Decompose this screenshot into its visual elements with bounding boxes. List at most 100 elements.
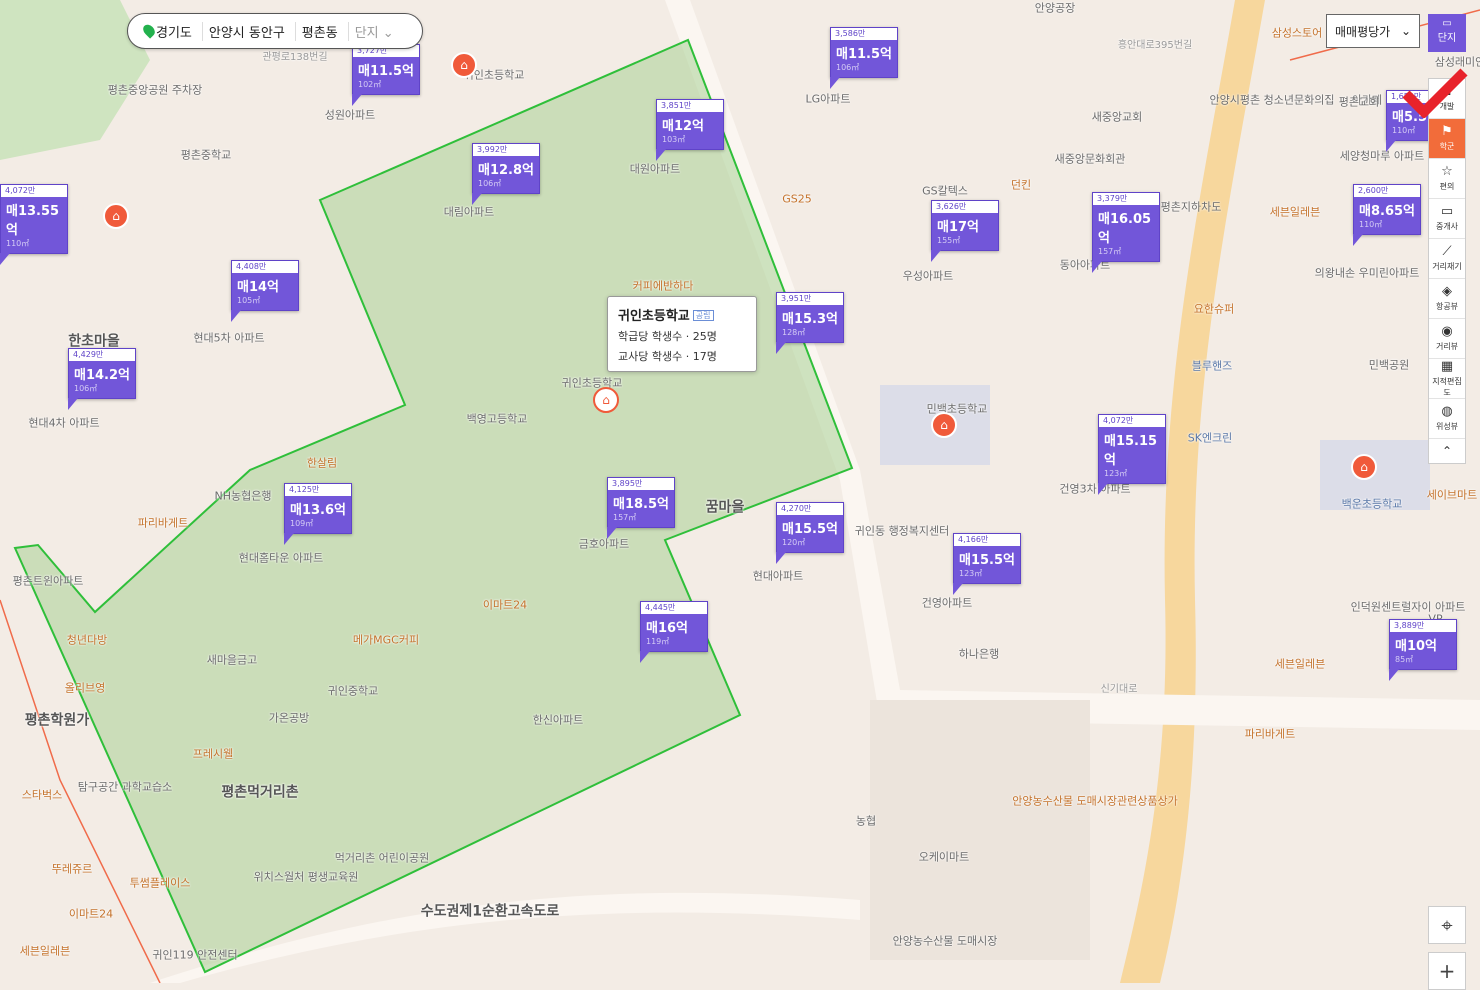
- map-place-label[interactable]: 새중앙문화회관: [1055, 152, 1126, 165]
- map-place-label[interactable]: 스타벅스: [22, 788, 62, 801]
- map-place-label[interactable]: 의왕내손 우미린아파트: [1315, 266, 1420, 279]
- map-place-label[interactable]: 메가MGC커피: [353, 633, 419, 646]
- current-location-button[interactable]: ⌖: [1428, 906, 1466, 944]
- map-place-label[interactable]: 파리바게트: [1245, 727, 1296, 740]
- map-place-label[interactable]: 금호아파트: [579, 537, 630, 550]
- map-place-label[interactable]: 평촌중학교: [181, 148, 232, 161]
- map-place-label[interactable]: 하나은행: [959, 647, 999, 660]
- price-marker[interactable]: 3,626만 매17억 155㎡: [931, 200, 999, 262]
- map-place-label[interactable]: 꿈마을: [706, 500, 745, 517]
- map-place-label[interactable]: 안양공장: [1035, 1, 1075, 14]
- price-marker[interactable]: 3,727만 매11.5억 102㎡: [352, 44, 420, 106]
- map-place-label[interactable]: 현대5차 아파트: [193, 331, 264, 344]
- map-place-label[interactable]: 건영아파트: [922, 596, 973, 609]
- map-place-label[interactable]: 평촌먹거리촌: [221, 785, 298, 802]
- map-place-label[interactable]: 평촌트윈아파트: [13, 574, 84, 587]
- school-marker[interactable]: ⌂: [931, 412, 957, 438]
- map-place-label[interactable]: 평촌중앙공원 주차장: [108, 83, 203, 96]
- map-place-label[interactable]: 던킨: [1011, 178, 1031, 191]
- price-marker[interactable]: 4,429만 매14.2억 106㎡: [68, 348, 136, 410]
- price-marker[interactable]: 4,445만 매16억 119㎡: [640, 601, 708, 663]
- tool-satellite-view[interactable]: ◍ 위성뷰: [1429, 399, 1465, 439]
- school-marker[interactable]: ⌂: [451, 52, 477, 78]
- map-place-label[interactable]: 민백공원: [1369, 358, 1409, 371]
- map-place-label[interactable]: 가온공방: [269, 711, 309, 724]
- map-place-label[interactable]: 귀인초등학교: [562, 376, 623, 389]
- map-place-label[interactable]: 현대홈타운 아파트: [239, 551, 323, 564]
- map-place-label[interactable]: 요한슈퍼: [1194, 302, 1234, 315]
- map-place-label[interactable]: 먹거리촌 어린이공원: [335, 851, 430, 864]
- map-place-label[interactable]: 평촌학원가: [25, 713, 89, 730]
- map-place-label[interactable]: 관평로138번길: [262, 52, 327, 64]
- price-marker[interactable]: 3,889만 매10억 85㎡: [1389, 619, 1457, 681]
- zoom-in-button[interactable]: +: [1428, 952, 1466, 990]
- tool-street-view[interactable]: ◉ 거리뷰: [1429, 319, 1465, 359]
- map-place-label[interactable]: 프레시웰: [193, 747, 233, 760]
- map-place-label[interactable]: SK엔크린: [1188, 431, 1233, 444]
- map-place-label[interactable]: 탐구공간 과학교습소: [78, 780, 173, 793]
- map-place-label[interactable]: 백운초등학교: [1342, 497, 1403, 510]
- map-place-label[interactable]: GS칼텍스: [922, 184, 968, 197]
- price-marker[interactable]: 4,072만 매13.55억 110㎡: [0, 184, 68, 265]
- map-place-label[interactable]: 새중앙교회: [1092, 110, 1143, 123]
- map-place-label[interactable]: 인덕원센트럴자이 아파트: [1351, 600, 1466, 613]
- map-place-label[interactable]: 블루핸즈: [1192, 359, 1232, 372]
- map-place-label[interactable]: 이마트24: [69, 907, 113, 920]
- tool-school-district[interactable]: ⚑ 학군: [1429, 119, 1465, 159]
- map-place-label[interactable]: 위치스월처 평생교육원: [254, 870, 359, 883]
- tool-measure[interactable]: ⟋ 거리재기: [1429, 239, 1465, 279]
- map-place-label[interactable]: 커피에반하다: [633, 279, 694, 292]
- breadcrumb-type[interactable]: 단지 ⌄: [347, 21, 404, 41]
- price-marker[interactable]: 3,586만 매11.5억 106㎡: [830, 27, 898, 89]
- breadcrumb-province[interactable]: 경기도: [138, 21, 202, 41]
- map-place-label[interactable]: 백영고등학교: [467, 412, 528, 425]
- map-place-label[interactable]: 우성아파트: [903, 269, 954, 282]
- map-place-label[interactable]: 세븐일레븐: [20, 944, 71, 957]
- map-place-label[interactable]: 귀인중학교: [328, 684, 379, 697]
- map-place-label[interactable]: 신기대로: [1101, 684, 1138, 696]
- price-marker[interactable]: 4,125만 매13.6억 109㎡: [284, 483, 352, 545]
- price-type-select[interactable]: 매매평당가 ⌄: [1326, 14, 1420, 48]
- price-marker[interactable]: 4,408만 매14억 105㎡: [231, 260, 299, 322]
- map-place-label[interactable]: 대림아파트: [444, 205, 495, 218]
- map-place-label[interactable]: 수도권제1순환고속도로: [421, 904, 560, 921]
- breadcrumb-city[interactable]: 안양시 동안구: [201, 21, 295, 41]
- map-place-label[interactable]: 현대4차 아파트: [28, 416, 99, 429]
- map-place-label[interactable]: 귀인동 행정복지센터: [855, 524, 950, 537]
- tool-aerial-view[interactable]: ◈ 항공뷰: [1429, 279, 1465, 319]
- map-place-label[interactable]: LG아파트: [805, 92, 850, 105]
- tool-agents[interactable]: ▭ 중개사: [1429, 199, 1465, 239]
- map-place-label[interactable]: 세븐일레븐: [1275, 657, 1326, 670]
- tool-cadastral-map[interactable]: ▦ 지적편집도: [1429, 359, 1465, 399]
- map-place-label[interactable]: 건영3차 아파트: [1059, 482, 1130, 495]
- map-place-label[interactable]: 이마트24: [483, 598, 527, 611]
- tool-convenience[interactable]: ☆ 편의: [1429, 159, 1465, 199]
- map-place-label[interactable]: 귀인119 안전센터: [152, 948, 237, 961]
- map-place-label[interactable]: 한살림: [307, 456, 337, 469]
- price-marker[interactable]: 4,072만 매15.15억 123㎡: [1098, 414, 1166, 495]
- price-marker[interactable]: 3,951만 매15.3억 128㎡: [776, 292, 844, 354]
- price-marker[interactable]: 4,270만 매15.5억 120㎡: [776, 502, 844, 564]
- map-place-label[interactable]: 흥안대로395번길: [1118, 40, 1192, 52]
- map-place-label[interactable]: 오케이마트: [919, 850, 970, 863]
- collapse-tools-button[interactable]: ⌃: [1429, 439, 1465, 463]
- map-place-label[interactable]: 삼성래미안: [1435, 55, 1480, 68]
- map-place-label[interactable]: 세븐일레븐: [1270, 205, 1321, 218]
- map-place-label[interactable]: 평촌지하차도: [1161, 200, 1222, 213]
- school-marker[interactable]: ⌂: [1351, 454, 1377, 480]
- map-place-label[interactable]: 올리브영: [65, 681, 105, 694]
- map-place-label[interactable]: 현대아파트: [753, 569, 804, 582]
- map-place-label[interactable]: 평촌교회: [1339, 95, 1379, 108]
- map-place-label[interactable]: 한신아파트: [533, 713, 584, 726]
- map-place-label[interactable]: 농협: [856, 814, 876, 827]
- map-place-label[interactable]: 파리바게트: [138, 516, 189, 529]
- map-place-label[interactable]: 성원아파트: [325, 108, 376, 121]
- map-place-label[interactable]: 대원아파트: [630, 162, 681, 175]
- map-place-label[interactable]: NH농협은행: [215, 489, 272, 502]
- map-place-label[interactable]: 청년다방: [67, 633, 107, 646]
- price-marker[interactable]: 4,166만 매15.5억 123㎡: [953, 533, 1021, 595]
- price-marker[interactable]: 2,600만 매8.65억 110㎡: [1353, 184, 1421, 246]
- map-place-label[interactable]: 세양청마루 아파트: [1340, 149, 1424, 162]
- map-place-label[interactable]: 안양시평촌 청소년문화의집: [1210, 93, 1335, 106]
- map-place-label[interactable]: 삼성스토어: [1272, 26, 1323, 39]
